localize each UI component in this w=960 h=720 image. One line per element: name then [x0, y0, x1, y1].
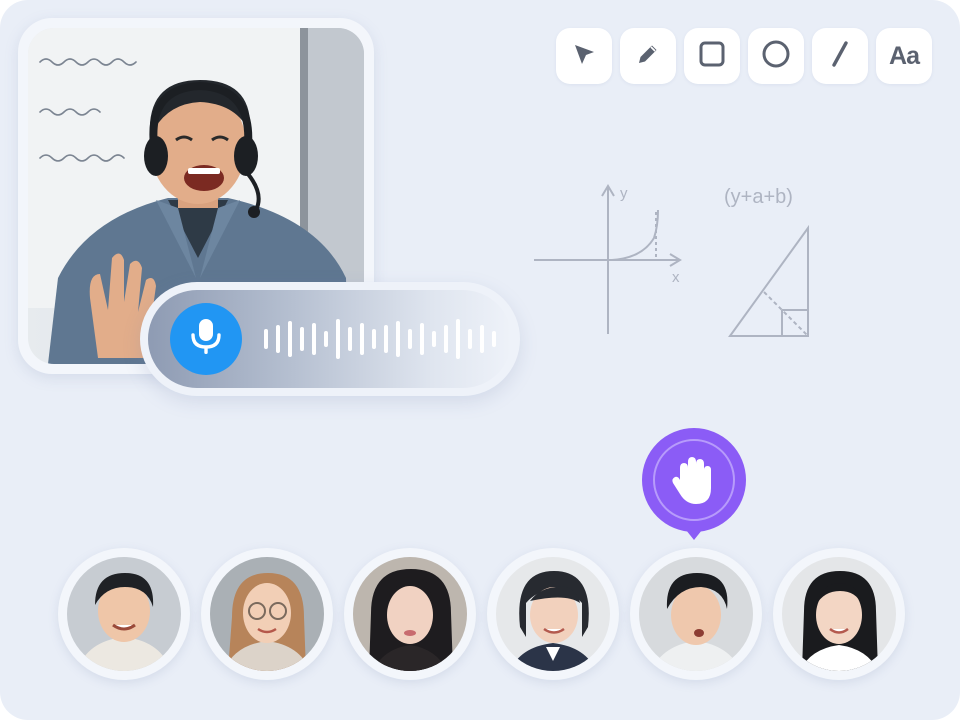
- whiteboard-graph-sketch: y x: [534, 184, 682, 334]
- student-avatar-1[interactable]: [58, 548, 190, 680]
- raise-hand-badge[interactable]: [642, 428, 746, 540]
- student-photo: [496, 557, 610, 671]
- student-photo: [639, 557, 753, 671]
- circle-tool-button[interactable]: [748, 28, 804, 84]
- pencil-icon: [633, 39, 663, 74]
- voice-activity-bar: [140, 282, 520, 396]
- pen-tool-button[interactable]: [620, 28, 676, 84]
- whiteboard-triangle-sketch: [728, 224, 809, 337]
- circle-icon: [761, 39, 791, 74]
- cursor-arrow-icon: [569, 39, 599, 74]
- student-avatar-3[interactable]: [344, 548, 476, 680]
- audio-waveform: [264, 319, 496, 359]
- student-photo: [67, 557, 181, 671]
- graph-y-label: y: [620, 185, 628, 202]
- student-avatar-4[interactable]: [487, 548, 619, 680]
- select-tool-button[interactable]: [556, 28, 612, 84]
- line-icon: [825, 39, 855, 74]
- text-tool-button[interactable]: Aa: [876, 28, 932, 84]
- student-avatar-6[interactable]: [773, 548, 905, 680]
- voice-activity-track: [148, 290, 512, 388]
- student-avatar-2[interactable]: [201, 548, 333, 680]
- student-photo: [353, 557, 467, 671]
- drawing-toolbar: Aa: [556, 28, 932, 84]
- microphone-icon: [189, 317, 223, 362]
- student-avatar-row: [58, 548, 908, 680]
- line-tool-button[interactable]: [812, 28, 868, 84]
- graph-x-label: x: [672, 269, 680, 286]
- rectangle-tool-button[interactable]: [684, 28, 740, 84]
- student-photo: [782, 557, 896, 671]
- text-tool-label: Aa: [889, 41, 920, 70]
- student-photo: [210, 557, 324, 671]
- classroom-canvas: Aa y x (y+a+b): [0, 0, 960, 720]
- square-icon: [697, 39, 727, 74]
- microphone-button[interactable]: [170, 303, 242, 375]
- student-avatar-5[interactable]: [630, 548, 762, 680]
